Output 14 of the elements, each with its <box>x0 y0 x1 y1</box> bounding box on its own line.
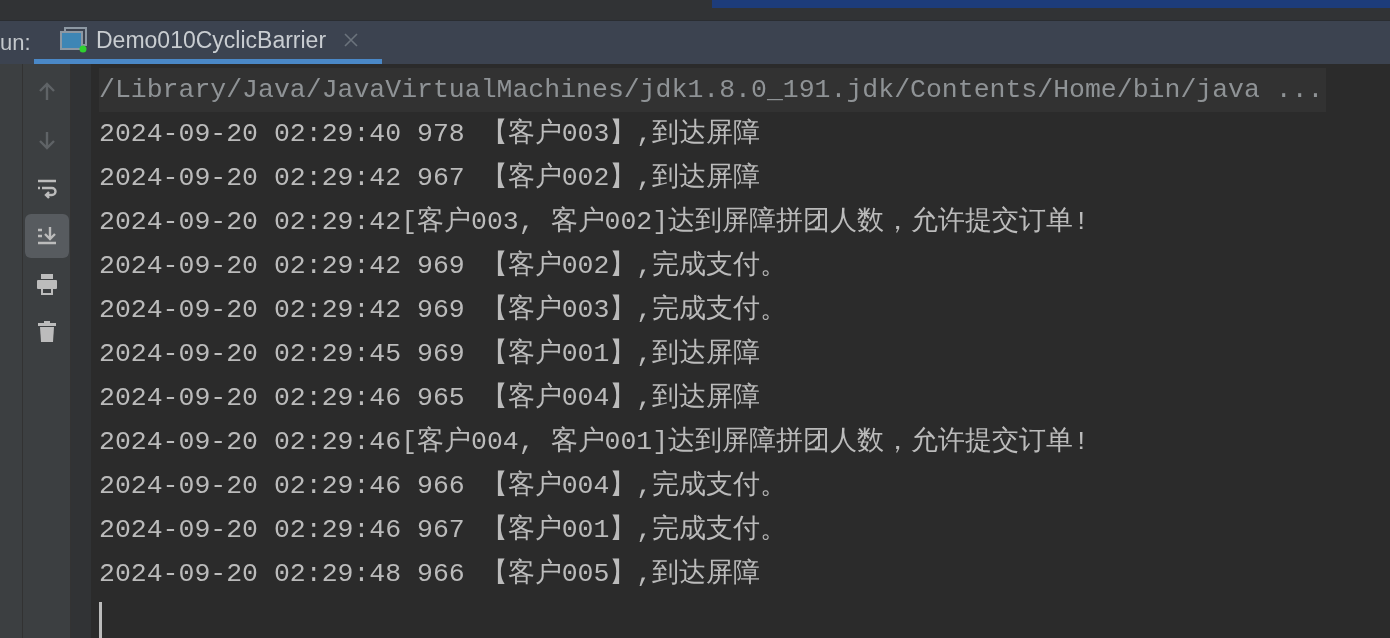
output-line: 2024-09-20 02:29:42 969 【客户002】,完成支付。 <box>99 249 789 283</box>
printer-icon <box>34 272 59 296</box>
output-line: 2024-09-20 02:29:45 969 【客户001】,到达屏障 <box>99 337 762 371</box>
output-line: 2024-09-20 02:29:46[客户004, 客户001]达到屏障拼团人数，允许提交订单! <box>99 425 1091 459</box>
output-line: 2024-09-20 02:29:46 967 【客户001】,完成支付。 <box>99 513 789 547</box>
output-line: 2024-09-20 02:29:42[客户003, 客户002]达到屏障拼团人数，允许提交订单! <box>99 205 1091 239</box>
output-line: 2024-09-20 02:29:46 965 【客户004】,到达屏障 <box>99 381 762 415</box>
output-line: 2024-09-20 02:29:48 966 【客户005】,到达屏障 <box>99 557 762 591</box>
scroll-to-end-button[interactable] <box>24 214 69 258</box>
output-line: 2024-09-20 02:29:42 967 【客户002】,到达屏障 <box>99 161 762 195</box>
output-line: 2024-09-20 02:29:42 969 【客户003】,完成支付。 <box>99 293 789 327</box>
run-label: un: <box>0 29 32 56</box>
output-line: 2024-09-20 02:29:40 978 【客户003】,到达屏障 <box>99 117 762 151</box>
output-line: 2024-09-20 02:29:46 966 【客户004】,完成支付。 <box>99 469 789 503</box>
